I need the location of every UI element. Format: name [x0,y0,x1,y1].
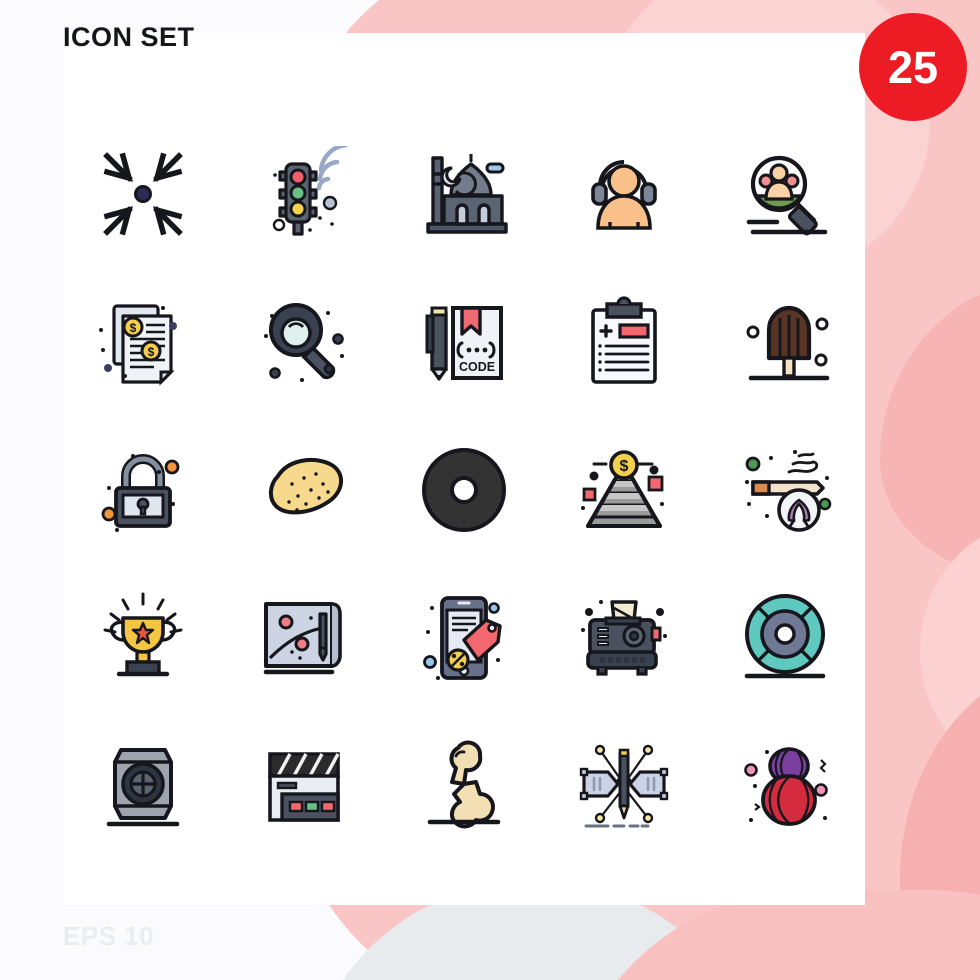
icon-cell-toaster[interactable] [544,564,704,712]
icon-count-value: 25 [887,41,939,93]
mobile-discount-icon [423,596,502,680]
svg-text:$: $ [620,458,629,475]
financial-documents-icon: $ $ [99,304,178,386]
lifebuoy-icon [744,594,826,679]
icon-cell-coding-book[interactable]: CODE [384,268,544,416]
icon-cell-money-pyramid[interactable]: $ [544,416,704,564]
vinyl-disc-icon [421,448,506,532]
icon-cell-candidate-search[interactable] [705,120,865,268]
eps-format-label: EPS 10 [63,921,155,951]
icon-cell-medical-clipboard[interactable] [544,268,704,416]
icon-cell-magnifier[interactable] [223,268,383,416]
graphic-tablet-icon [263,602,342,675]
icon-cell-design-pencil[interactable] [544,712,704,860]
coding-book-icon: CODE [425,306,503,381]
svg-text:$: $ [148,345,155,359]
clapperboard-icon [267,752,340,822]
toaster-icon [581,600,668,676]
icon-grid: $ $ CODE $ [63,120,865,860]
minimize-arrows-icon [103,152,184,236]
candidate-search-icon [746,155,828,236]
icon-cell-smart-traffic-light[interactable] [223,120,383,268]
svg-text:$: $ [130,321,137,335]
icon-cell-clapperboard[interactable] [223,712,383,860]
icon-cell-support-agent[interactable] [544,120,704,268]
medical-clipboard-icon [591,296,658,384]
lantern-icon [743,747,828,826]
icon-cell-padlock[interactable] [63,416,223,564]
money-pyramid-icon: $ [581,450,665,528]
popsicle-icon [746,305,830,381]
icon-cell-minimize-arrows[interactable] [63,120,223,268]
speaker-safe-icon [106,748,180,827]
cigarette-cancer-icon [744,450,832,532]
icon-cell-vinyl-disc[interactable] [384,416,544,564]
icon-cell-broken-bone[interactable] [384,712,544,860]
icon-cell-lifebuoy[interactable] [705,564,865,712]
icon-cell-mosque[interactable] [384,120,544,268]
icon-cell-lantern[interactable] [705,712,865,860]
support-agent-icon [591,160,658,230]
icon-cell-mobile-discount[interactable] [384,564,544,712]
magnifier-icon [263,303,344,382]
padlock-icon [101,454,180,532]
design-pencil-icon [580,744,669,828]
icon-cell-trophy[interactable] [63,564,223,712]
trophy-icon [103,592,183,677]
icon-cell-cigarette-cancer[interactable] [705,416,865,564]
icon-cell-graphic-tablet[interactable] [223,564,383,712]
icon-cell-financial-documents[interactable]: $ $ [63,268,223,416]
potato-icon [268,458,343,515]
coding-book-label: CODE [459,360,495,374]
smart-traffic-light-icon [272,146,348,236]
broken-bone-icon [427,740,501,829]
mosque-icon [426,154,508,234]
icon-cell-speaker-safe[interactable] [63,712,223,860]
icon-cell-potato[interactable] [223,416,383,564]
page-title: ICON SET [63,22,195,52]
icon-cell-popsicle[interactable] [705,268,865,416]
icon-count-badge: 25 [859,13,967,121]
